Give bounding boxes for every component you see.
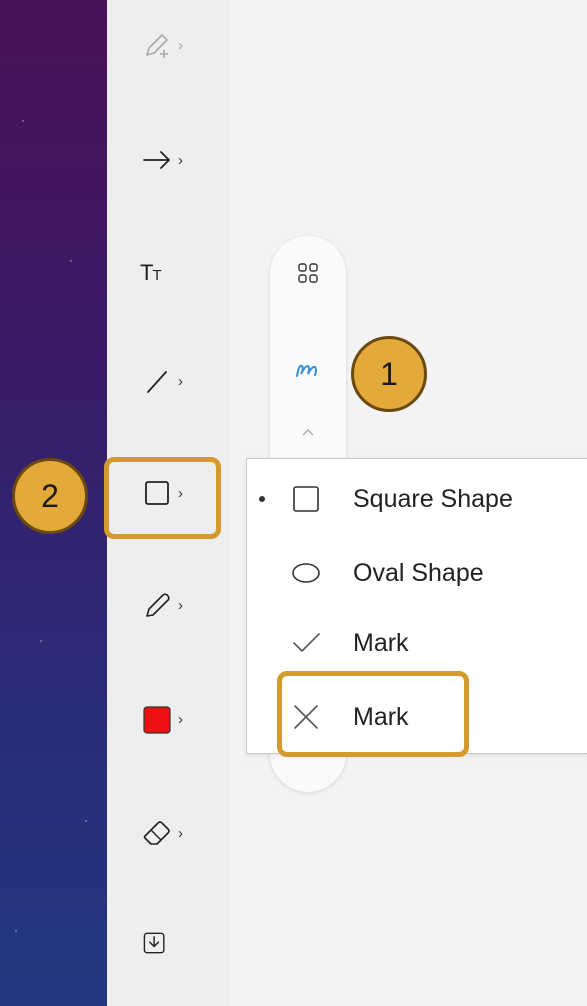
- download-icon: [143, 932, 165, 954]
- arrow-right-icon: [143, 151, 170, 169]
- callout-badge-1: 1: [351, 336, 427, 412]
- menu-item-label: Square Shape: [353, 484, 513, 513]
- chevron-right-icon: ›: [178, 824, 183, 842]
- pill-grid-button[interactable]: [270, 260, 346, 286]
- tool-arrow[interactable]: ›: [140, 137, 210, 183]
- text-size-icon: TT: [140, 260, 162, 285]
- menu-item-label: Oval Shape: [353, 558, 484, 587]
- chevron-right-icon: ›: [178, 36, 183, 54]
- menu-item-oval-shape[interactable]: Oval Shape: [247, 543, 587, 603]
- chevron-right-icon: ›: [178, 710, 183, 728]
- pill-ink-button[interactable]: [270, 358, 346, 382]
- tool-eraser[interactable]: ›: [140, 810, 210, 856]
- background-star: [15, 930, 17, 932]
- chevron-right-icon: ›: [178, 151, 183, 169]
- check-icon: [293, 633, 320, 652]
- square-icon: [293, 486, 319, 512]
- tool-color[interactable]: ›: [140, 696, 210, 742]
- tool-line[interactable]: ›: [140, 358, 210, 404]
- color-swatch-icon: [143, 706, 171, 734]
- background-star: [85, 820, 87, 822]
- pencil-icon: [146, 593, 170, 617]
- background-star: [70, 260, 72, 262]
- background-star: [40, 640, 42, 642]
- menu-item-label: Mark: [353, 628, 409, 657]
- selected-indicator: [259, 496, 265, 502]
- oval-icon: [292, 563, 320, 583]
- tool-pencil[interactable]: ›: [140, 582, 210, 628]
- chevron-up-icon: [302, 429, 314, 436]
- callout-badge-2: 2: [12, 458, 88, 534]
- menu-item-check-mark[interactable]: Mark: [247, 613, 587, 673]
- chevron-right-icon: ›: [178, 372, 183, 390]
- tool-download[interactable]: [140, 920, 210, 966]
- background-star: [22, 120, 24, 122]
- tool-pen-plus[interactable]: ›: [140, 22, 210, 68]
- highlight-shape-tool: [104, 457, 221, 539]
- tool-text[interactable]: TT: [140, 250, 210, 296]
- pen-plus-icon: [146, 34, 168, 58]
- highlight-x-mark-item: [277, 671, 469, 757]
- grid-icon: [298, 263, 318, 283]
- pill-collapse-button[interactable]: [270, 426, 346, 438]
- menu-item-square-shape[interactable]: Square Shape: [247, 469, 587, 529]
- eraser-icon: [143, 821, 170, 845]
- chevron-right-icon: ›: [178, 596, 183, 614]
- line-icon: [147, 371, 167, 393]
- ink-squiggle-icon: [296, 364, 317, 377]
